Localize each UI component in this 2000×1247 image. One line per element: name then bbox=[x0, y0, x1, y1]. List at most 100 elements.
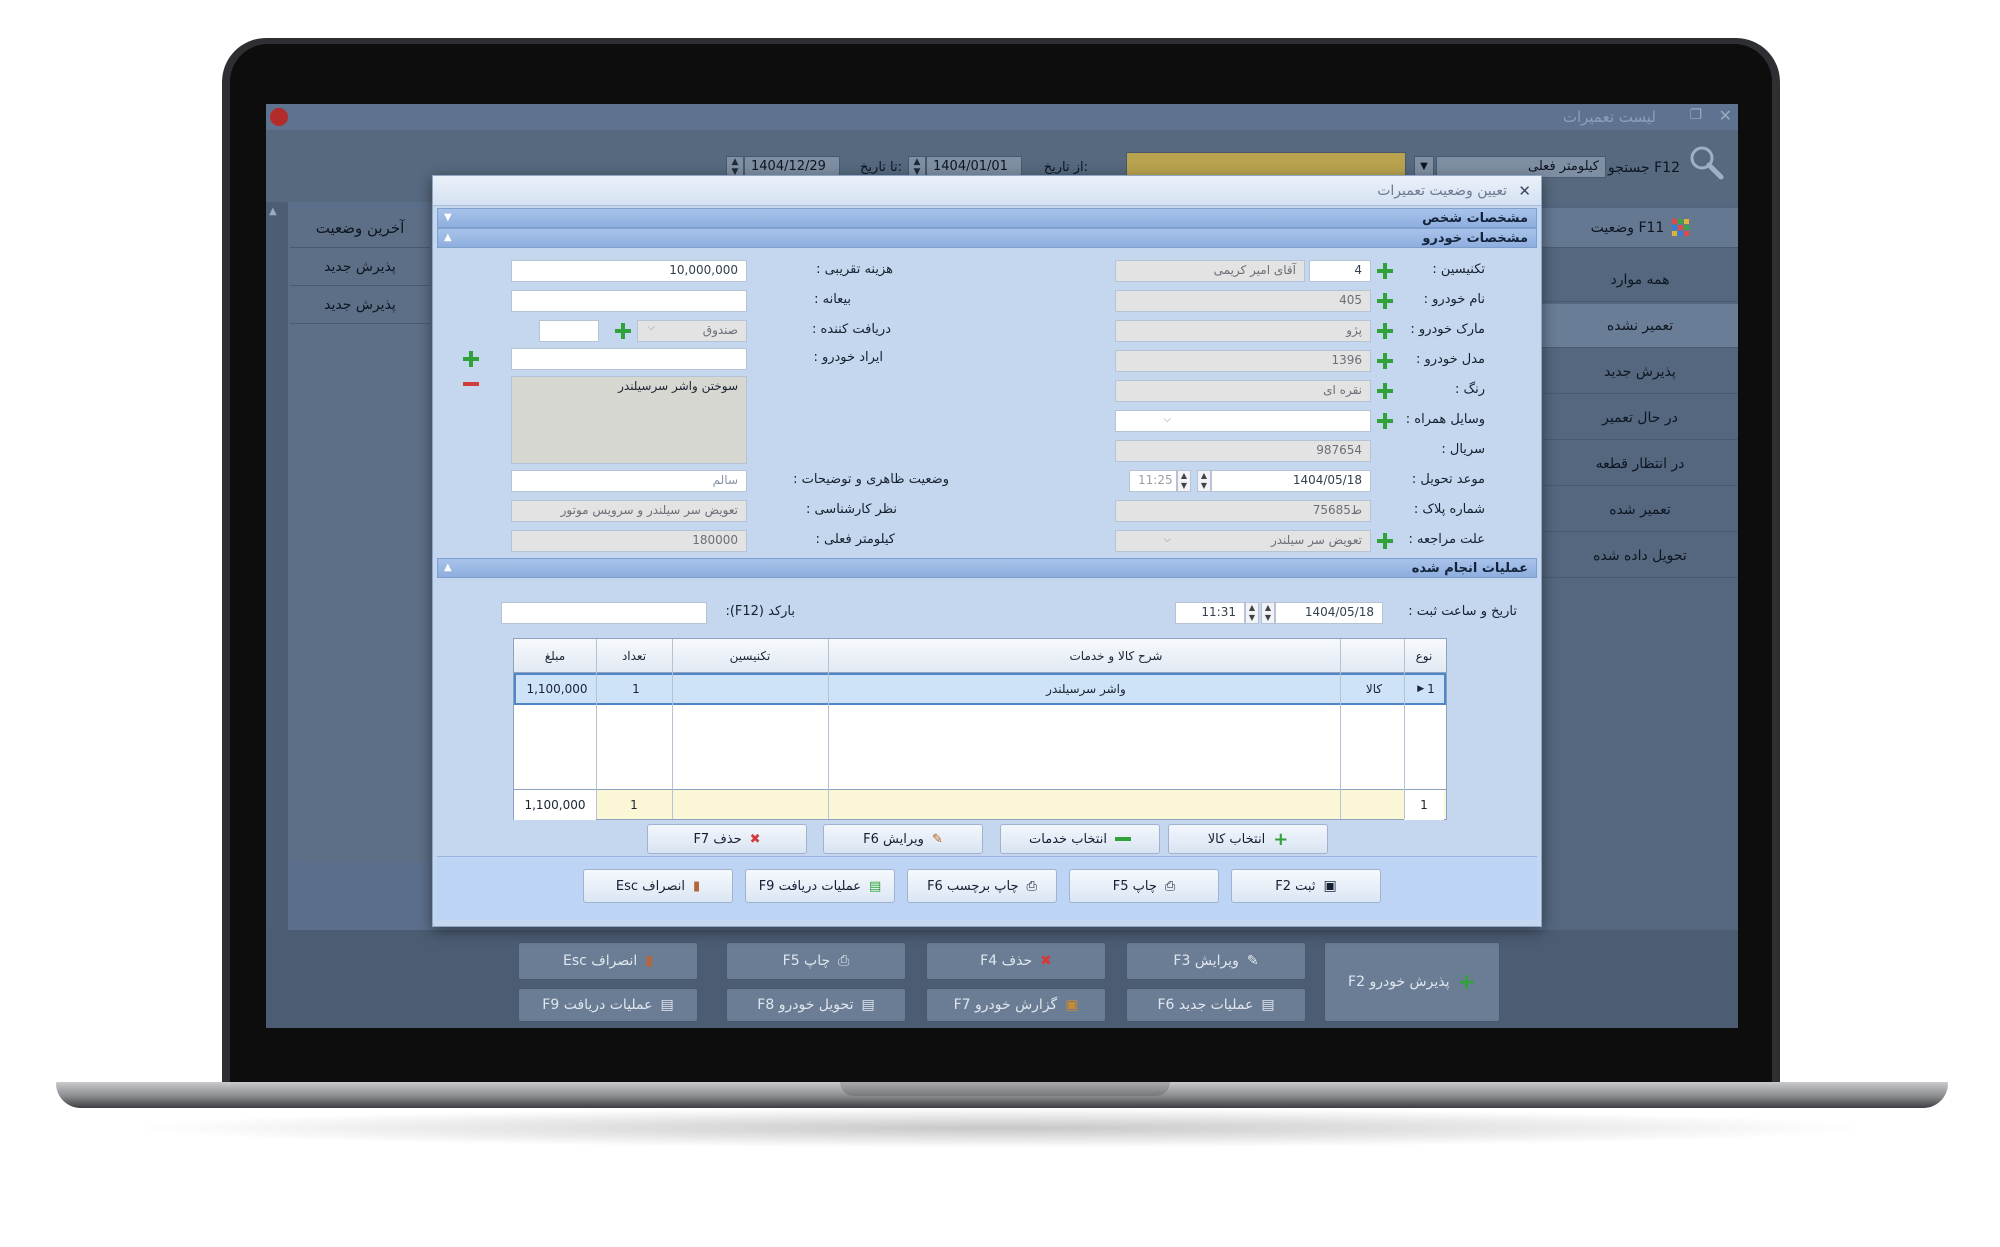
cancel-button[interactable]: ▮ انصراف Esc bbox=[518, 942, 698, 980]
laptop-shadow bbox=[120, 1108, 1880, 1148]
defect-list[interactable]: سوختن واشر سرسیلندر bbox=[511, 376, 747, 464]
nav-item-delivered[interactable]: تحویل داده شده bbox=[1542, 534, 1738, 578]
add-defect-plus-icon[interactable] bbox=[459, 348, 483, 370]
receive-ops-button[interactable]: ▤ عملیات دریافت F9 bbox=[745, 869, 895, 903]
section-car[interactable]: ▲ مشخصات خودرو bbox=[437, 228, 1537, 248]
col-header-desc[interactable]: شرح کالا و خدمات bbox=[828, 639, 1404, 673]
table-row[interactable]: ▶ 1 کالا واشر سرسیلندر 1 1,100,000 bbox=[514, 673, 1446, 705]
list-item[interactable]: پذیرش جدید bbox=[290, 286, 430, 324]
new-ops-button[interactable]: ▤ عملیات جدید F6 bbox=[1126, 988, 1306, 1022]
nav-item-in-repair[interactable]: در حال تعمیر bbox=[1542, 396, 1738, 440]
add-car-model-plus-icon[interactable] bbox=[1373, 350, 1397, 372]
add-technician-plus-icon[interactable] bbox=[1373, 260, 1397, 282]
print-button[interactable]: ⎙ چاپ F5 bbox=[726, 942, 906, 980]
car-brand-field: پژو bbox=[1115, 320, 1371, 342]
deliver-car-label: تحویل خودرو F8 bbox=[757, 997, 854, 1013]
maximize-icon[interactable]: ❐ bbox=[1689, 107, 1702, 123]
add-color-plus-icon[interactable] bbox=[1373, 380, 1397, 402]
section-ops[interactable]: ▲ عملیات انجام شده bbox=[437, 558, 1537, 578]
save-button[interactable]: ▣ ثبت F2 bbox=[1231, 869, 1381, 903]
last-status-list: آخرین وضعیت پذیرش جدید پذیرش جدید bbox=[290, 208, 430, 862]
barcode-label: بارکد (F12): bbox=[725, 604, 795, 619]
est-cost-input[interactable]: 10,000,000 bbox=[511, 260, 747, 282]
technician-code-input[interactable]: 4 bbox=[1309, 260, 1371, 282]
barcode-input[interactable] bbox=[501, 602, 707, 624]
nav-item-repaired[interactable]: تعمیر شده bbox=[1542, 488, 1738, 532]
col-header-qty[interactable]: تعداد bbox=[596, 639, 672, 673]
add-car-brand-plus-icon[interactable] bbox=[1373, 320, 1397, 342]
window-titlebar: لیست تعمیرات ❐ ✕ bbox=[266, 104, 1738, 130]
add-car-name-plus-icon[interactable] bbox=[1373, 290, 1397, 312]
current-km-label: کیلومتر فعلی : bbox=[815, 532, 895, 547]
chevron-down-icon[interactable]: ⌵ bbox=[647, 322, 655, 333]
delivery-date-input[interactable]: 1404/05/18 bbox=[1211, 470, 1371, 492]
add-accessories-plus-icon[interactable] bbox=[1373, 410, 1397, 432]
deposit-input[interactable] bbox=[511, 290, 747, 312]
list-item[interactable]: پذیرش جدید bbox=[290, 248, 430, 286]
dialog-footer: ▣ ثبت F2 ⎙ چاپ F5 ⎙ چاپ برچسب F6 ▤ عملیا… bbox=[437, 856, 1537, 920]
section-person[interactable]: ▼ مشخصات شخص bbox=[437, 208, 1537, 228]
printer-icon: ⎙ bbox=[1026, 878, 1037, 894]
ops-date-input[interactable]: 1404/05/18 bbox=[1275, 602, 1383, 624]
car-brand-label: مارک خودرو : bbox=[1410, 322, 1485, 337]
receive-ops-label: عملیات دریافت F9 bbox=[758, 878, 862, 894]
expert-label: نظر کارشناسی : bbox=[805, 502, 897, 517]
ops-time-spinner[interactable]: ▲ ▼ bbox=[1245, 602, 1259, 624]
row-number-value: 1 bbox=[1427, 682, 1435, 696]
select-services-button[interactable]: انتخاب خدمات bbox=[1000, 824, 1160, 854]
scroll-up-icon[interactable]: ▲ bbox=[269, 206, 277, 217]
summary-amount: 1,100,000 bbox=[514, 790, 596, 820]
receiver-code-input[interactable] bbox=[539, 320, 599, 342]
reason-select[interactable]: تعویض سر سیلندر bbox=[1115, 530, 1371, 552]
search-icon[interactable] bbox=[1688, 144, 1724, 180]
edit-label: ویرایش F3 bbox=[1173, 953, 1239, 969]
col-header-tech[interactable]: تکنیسین bbox=[672, 639, 828, 673]
accessories-select[interactable] bbox=[1115, 410, 1371, 432]
delivery-time-input[interactable]: 11:25 bbox=[1129, 470, 1177, 492]
grid-delete-button[interactable]: ✖ حذف F7 bbox=[647, 824, 807, 854]
save-label: ثبت F2 bbox=[1275, 878, 1316, 894]
grid-edit-button[interactable]: ✎ ویرایش F6 bbox=[823, 824, 983, 854]
add-reason-plus-icon[interactable] bbox=[1373, 530, 1397, 552]
delivery-date-spinner[interactable]: ▲ ▼ bbox=[1197, 470, 1211, 492]
est-cost-label: هزینه تقریبی : bbox=[816, 262, 893, 277]
col-header-type[interactable]: نوع bbox=[1404, 639, 1444, 673]
delivery-time-spinner[interactable]: ▲ ▼ bbox=[1177, 470, 1191, 492]
select-goods-button[interactable]: + انتخاب کالا bbox=[1168, 824, 1328, 854]
nav-item-new-admission[interactable]: پذیرش جدید bbox=[1542, 350, 1738, 394]
grid-divider bbox=[1404, 639, 1405, 819]
plate-label: شماره پلاک : bbox=[1413, 502, 1485, 517]
appearance-input[interactable]: سالم bbox=[511, 470, 747, 492]
col-header-amount[interactable]: مبلغ bbox=[514, 639, 596, 673]
chevron-down-icon[interactable]: ⌵ bbox=[1163, 414, 1171, 425]
ops-date-spinner[interactable]: ▲ ▼ bbox=[1261, 602, 1275, 624]
ops-time-input[interactable]: 11:31 bbox=[1175, 602, 1245, 624]
remove-defect-minus-icon[interactable] bbox=[459, 376, 483, 392]
print-label-button[interactable]: ⎙ چاپ برچسب F6 bbox=[907, 869, 1057, 903]
cell-tech bbox=[674, 675, 830, 703]
deliver-car-button[interactable]: ▤ تحویل خودرو F8 bbox=[726, 988, 906, 1022]
pencil-icon: ✎ bbox=[931, 831, 943, 847]
delete-button[interactable]: ✖ حذف F4 bbox=[926, 942, 1106, 980]
print-button[interactable]: ⎙ چاپ F5 bbox=[1069, 869, 1219, 903]
cancel-button[interactable]: ▮ انصراف Esc bbox=[583, 869, 733, 903]
receive-ops-button[interactable]: ▤ عملیات دریافت F9 bbox=[518, 988, 698, 1022]
chevron-down-icon[interactable]: ⌵ bbox=[1163, 534, 1171, 545]
grid-divider bbox=[1340, 639, 1341, 819]
close-icon[interactable]: ✕ bbox=[1719, 106, 1732, 125]
car-name-label: نام خودرو : bbox=[1423, 292, 1485, 307]
defect-input[interactable] bbox=[511, 348, 747, 370]
dialog-close-icon[interactable]: ✕ bbox=[1518, 182, 1531, 200]
edit-button[interactable]: ✎ ویرایش F3 bbox=[1126, 942, 1306, 980]
nav-item-not-repaired[interactable]: تعمیر نشده bbox=[1542, 304, 1738, 348]
delivery-label: موعد تحویل : bbox=[1411, 472, 1485, 487]
nav-item-all[interactable]: همه موارد bbox=[1542, 258, 1738, 302]
admit-car-button[interactable]: + پذیرش خودرو F2 bbox=[1324, 942, 1500, 1022]
car-report-button[interactable]: ▣ گزارش خودرو F7 bbox=[926, 988, 1106, 1022]
deliver-icon: ▤ bbox=[861, 997, 875, 1013]
left-scrollbar[interactable]: ▲ ▼ bbox=[266, 202, 288, 972]
current-km-field: 180000 bbox=[511, 530, 747, 552]
technician-label: تکنیسین : bbox=[1432, 262, 1485, 277]
add-receiver-plus-icon[interactable] bbox=[611, 320, 635, 342]
nav-item-awaiting-part[interactable]: در انتظار قطعه bbox=[1542, 442, 1738, 486]
